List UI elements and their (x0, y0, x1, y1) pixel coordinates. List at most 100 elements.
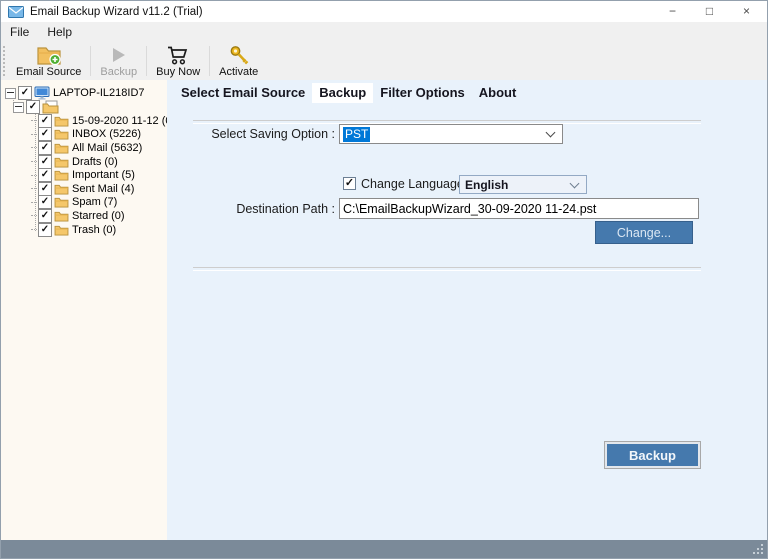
resize-grip-icon[interactable] (761, 552, 763, 554)
tree-item-trash[interactable]: ✓ Trash (0) (31, 222, 167, 237)
window-controls: − □ × (654, 1, 765, 22)
tree-item-label: Spam (7) (72, 196, 118, 209)
checkmark-icon: ✓ (344, 177, 355, 189)
tree-connector (31, 215, 37, 217)
tree-connector (31, 133, 37, 135)
checkmark-icon: ✓ (40, 155, 50, 167)
destination-path-input[interactable] (339, 198, 699, 219)
change-language-label: Change Language (361, 177, 464, 191)
tree-item-label: Drafts (0) (72, 155, 118, 168)
tree-connector (31, 188, 37, 190)
tab-backup[interactable]: Backup (312, 83, 374, 103)
tree-connector (31, 161, 37, 163)
tab-strip: Select Email Source Backup Filter Option… (174, 83, 523, 103)
toolbar-separator (146, 46, 148, 76)
tree-item-checkbox[interactable]: ✓ (38, 195, 52, 210)
language-dropdown[interactable]: English (459, 175, 587, 194)
tree-item-label: Starred (0) (72, 209, 125, 222)
app-window: Email Backup Wizard v11.2 (Trial) − □ × … (0, 0, 768, 559)
tree-item-label: Trash (0) (72, 223, 117, 236)
checkmark-icon: ✓ (40, 182, 50, 194)
tree-item-checkbox[interactable]: ✓ (38, 168, 52, 183)
tree-item-archive[interactable]: ✓ 15-09-2020 11-12 (0) (31, 113, 175, 128)
tree-item-checkbox[interactable]: ✓ (38, 127, 52, 142)
tree-item-drafts[interactable]: ✓ Drafts (0) (31, 154, 167, 169)
tree-item-important[interactable]: ✓ Important (5) (31, 168, 167, 183)
tree-item-checkbox[interactable]: ✓ (38, 113, 52, 128)
tree-connector (31, 174, 37, 176)
tree-item-checkbox[interactable]: ✓ (38, 208, 52, 223)
activate-button[interactable]: Activate (212, 42, 265, 80)
maximize-button[interactable]: □ (691, 1, 728, 22)
activate-label: Activate (219, 66, 259, 78)
folder-add-icon (36, 44, 62, 66)
close-button[interactable]: × (728, 1, 765, 22)
tree-item-spam[interactable]: ✓ Spam (7) (31, 195, 167, 210)
window-title: Email Backup Wizard v11.2 (Trial) (30, 5, 203, 18)
backup-button-frame: Backup (604, 441, 701, 469)
checkmark-icon: ✓ (28, 101, 38, 112)
folder-icon (54, 196, 69, 208)
buy-now-label: Buy Now (156, 66, 201, 78)
checkmark-icon: ✓ (20, 87, 30, 98)
tree-item-inbox[interactable]: ✓ INBOX (5226) (31, 127, 167, 142)
checkmark-icon: ✓ (40, 169, 50, 181)
tree-account-row[interactable]: ✓ (13, 100, 167, 114)
folder-stack-icon (42, 100, 59, 114)
collapse-icon[interactable] (13, 101, 24, 113)
app-mail-icon (8, 6, 24, 18)
change-language-checkbox[interactable]: ✓ (343, 177, 356, 190)
tree-connector (31, 147, 37, 149)
folder-icon (54, 224, 69, 236)
folder-icon (54, 115, 69, 127)
computer-icon (34, 86, 50, 100)
tree-account-checkbox[interactable]: ✓ (26, 100, 40, 114)
tree-root-checkbox[interactable]: ✓ (18, 86, 32, 100)
play-icon (112, 44, 125, 66)
checkmark-icon: ✓ (40, 141, 50, 153)
folder-icon (54, 210, 69, 222)
tree-item-starred[interactable]: ✓ Starred (0) (31, 208, 167, 223)
language-value: English (465, 177, 509, 192)
tree-item-label: Sent Mail (4) (72, 182, 135, 195)
tree-item-checkbox[interactable]: ✓ (38, 222, 52, 237)
menu-help[interactable]: Help (38, 22, 81, 42)
folder-icon (54, 156, 69, 168)
folder-icon (54, 128, 69, 140)
tree-root-row[interactable]: ✓ LAPTOP-IL218ID7 (5, 86, 167, 100)
title-bar: Email Backup Wizard v11.2 (Trial) − □ × (1, 1, 767, 22)
tree-item-label: All Mail (5632) (72, 141, 143, 154)
tree-item-all-mail[interactable]: ✓ All Mail (5632) (31, 140, 167, 155)
chevron-down-icon (545, 127, 556, 138)
email-source-label: Email Source (16, 66, 82, 78)
tree-root-label: LAPTOP-IL218ID7 (53, 87, 145, 99)
checkmark-icon: ✓ (40, 223, 50, 235)
folder-icon (54, 183, 69, 195)
buy-now-button[interactable]: Buy Now (149, 42, 207, 80)
backup-toolbar-button[interactable]: Backup (93, 42, 144, 80)
tree-item-label: 15-09-2020 11-12 (0) (72, 114, 176, 127)
cart-icon (167, 44, 190, 66)
tab-about[interactable]: About (472, 83, 524, 103)
saving-option-label: Select Saving Option : (211, 127, 335, 141)
status-bar (1, 540, 767, 558)
tree-item-checkbox[interactable]: ✓ (38, 181, 52, 196)
backup-button[interactable]: Backup (607, 444, 698, 466)
tab-filter-options[interactable]: Filter Options (373, 83, 472, 103)
folder-icon (54, 142, 69, 154)
tree-connector (31, 229, 37, 231)
change-path-button[interactable]: Change... (595, 221, 693, 244)
collapse-icon[interactable] (5, 87, 16, 99)
tree-item-sent-mail[interactable]: ✓ Sent Mail (4) (31, 181, 167, 196)
email-source-button[interactable]: Email Source (9, 42, 88, 80)
saving-option-dropdown[interactable]: PST (339, 124, 563, 144)
tree-item-checkbox[interactable]: ✓ (38, 140, 52, 155)
menu-file[interactable]: File (1, 22, 38, 42)
minimize-button[interactable]: − (654, 1, 691, 22)
menu-bar: File Help (1, 22, 767, 42)
tab-select-email-source[interactable]: Select Email Source (174, 83, 312, 103)
separator-line (193, 267, 701, 271)
checkmark-icon: ✓ (40, 114, 50, 126)
tree-item-checkbox[interactable]: ✓ (38, 154, 52, 169)
tree-item-label: Important (5) (72, 169, 135, 182)
